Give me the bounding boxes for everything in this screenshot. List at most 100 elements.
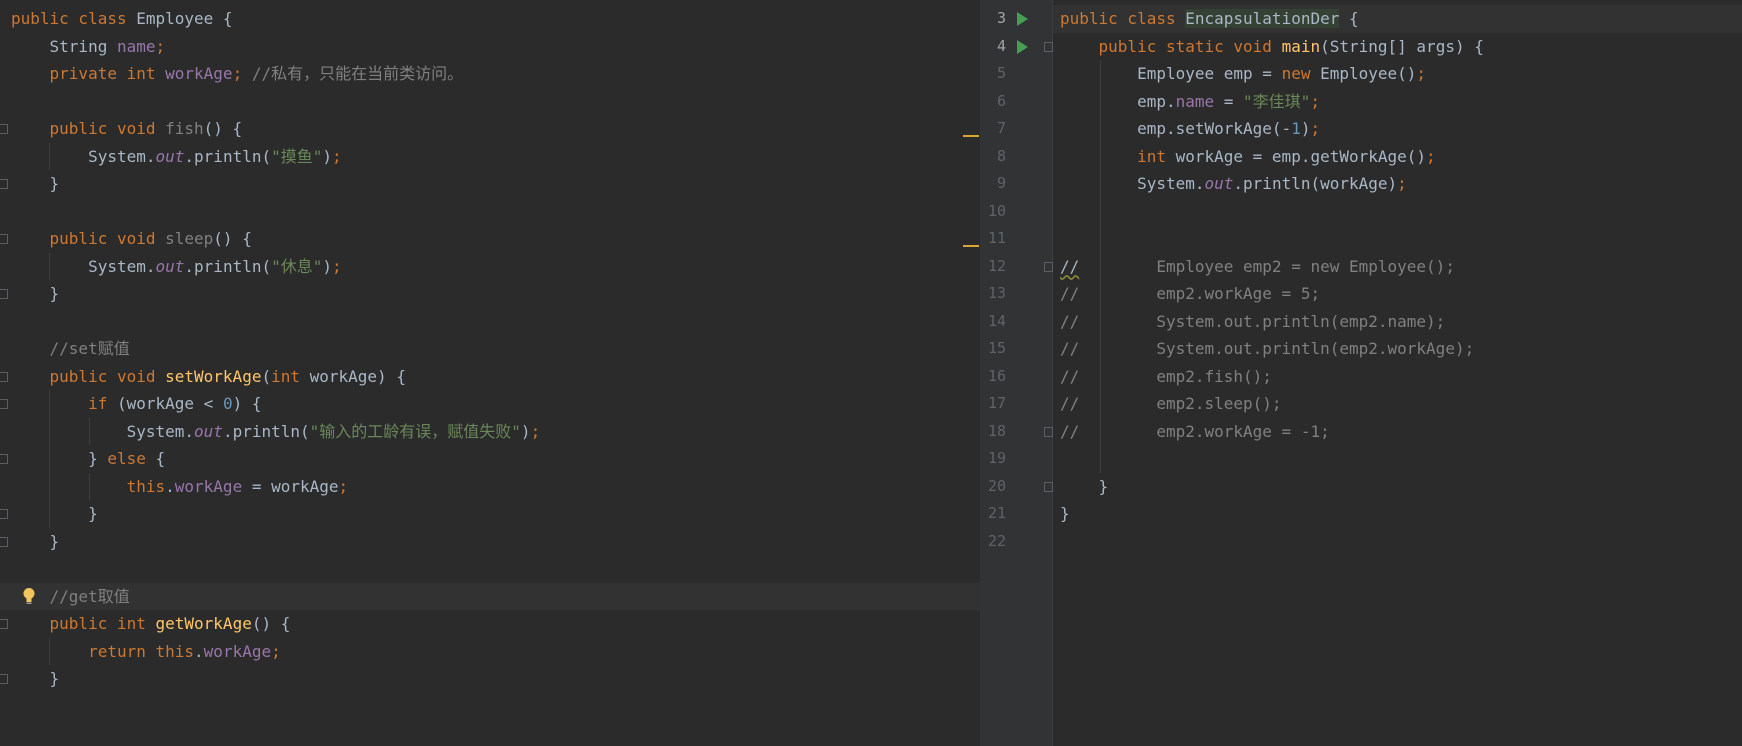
fold-marker-icon[interactable] — [0, 289, 8, 299]
code-line[interactable]: private int workAge; //私有，只能在当前类访问。 — [0, 60, 980, 88]
code-line[interactable]: // emp2.sleep(); — [1053, 390, 1742, 418]
code-line[interactable]: // emp2.workAge = 5; — [1053, 280, 1742, 308]
code-token: System. — [11, 256, 156, 276]
code-token: ; — [1310, 119, 1321, 138]
code-line[interactable]: System.out.println("休息"); — [0, 253, 980, 281]
editor-encapsulation-der[interactable]: public class EncapsulationDer { public s… — [1053, 0, 1742, 746]
code-line[interactable]: int workAge = emp.getWorkAge(); — [1053, 143, 1742, 171]
code-token: } — [11, 531, 60, 551]
code-line[interactable]: emp.setWorkAge(-1); — [1053, 115, 1742, 143]
code-line-text: public int getWorkAge() { — [11, 610, 291, 638]
fold-marker-icon[interactable] — [0, 124, 8, 134]
fold-marker-icon[interactable] — [1044, 261, 1053, 272]
code-line[interactable]: if (workAge < 0) { — [0, 390, 980, 418]
code-line-text: System.out.println("摸鱼"); — [11, 143, 342, 171]
code-token: Employee { — [136, 9, 233, 28]
fold-marker-icon[interactable] — [0, 399, 8, 409]
code-line[interactable]: //get取值 — [0, 582, 980, 610]
code-line[interactable]: this.workAge = workAge; — [0, 473, 980, 501]
code-line[interactable]: System.out.println(workAge); — [1053, 170, 1742, 198]
code-token: . — [194, 641, 204, 661]
code-line[interactable]: public void setWorkAge(int workAge) { — [0, 363, 980, 391]
code-line-text: } else { — [11, 445, 165, 473]
code-line-text: String name; — [11, 33, 166, 61]
code-line[interactable] — [1053, 528, 1742, 556]
line-number: 15 — [987, 339, 1006, 357]
code-line[interactable] — [0, 555, 980, 583]
code-line[interactable]: System.out.println("输入的工龄有误，赋值失败"); — [0, 418, 980, 446]
code-line[interactable]: } — [1053, 473, 1742, 501]
code-line-text: } — [1060, 500, 1070, 528]
code-token: System. — [1060, 174, 1205, 193]
code-token: int — [271, 366, 310, 386]
fold-marker-icon[interactable] — [1044, 426, 1053, 437]
fold-marker-icon[interactable] — [0, 454, 8, 464]
code-line[interactable]: public void fish() { — [0, 115, 980, 143]
code-token: emp. — [1060, 91, 1176, 111]
line-number: 6 — [996, 91, 1006, 110]
code-token: (workAge < — [116, 394, 223, 413]
code-line[interactable]: } — [1053, 500, 1742, 528]
code-line[interactable]: // Employee emp2 = new Employee(); — [1053, 253, 1742, 281]
fold-marker-icon[interactable] — [1044, 481, 1053, 492]
code-line[interactable]: public class EncapsulationDer { — [1053, 5, 1742, 33]
code-line[interactable]: public class Employee { — [0, 5, 980, 33]
fold-marker-icon[interactable] — [0, 536, 8, 547]
code-line-text: // emp2.sleep(); — [1060, 390, 1282, 418]
fold-marker-icon[interactable] — [0, 509, 8, 519]
code-token: // — [1060, 256, 1080, 276]
code-line[interactable]: } — [0, 280, 980, 308]
code-line[interactable]: System.out.println("摸鱼"); — [0, 143, 980, 171]
code-line[interactable]: // emp2.fish(); — [1053, 363, 1742, 391]
code-line[interactable]: String name; — [0, 33, 980, 61]
editor-employee[interactable]: public class Employee { String name; pri… — [0, 0, 980, 746]
warning-marker[interactable] — [963, 244, 979, 247]
fold-marker-icon[interactable] — [0, 371, 8, 382]
fold-marker-icon[interactable] — [0, 619, 8, 629]
code-line[interactable]: emp.name = "李佳琪"; — [1053, 88, 1742, 116]
fold-marker-icon[interactable] — [1044, 41, 1053, 52]
code-token: .println( — [222, 421, 310, 441]
code-line[interactable] — [1053, 225, 1742, 253]
code-line[interactable]: // System.out.println(emp2.name); — [1053, 308, 1742, 336]
code-line[interactable] — [0, 308, 980, 336]
code-line[interactable]: Employee emp = new Employee(); — [1053, 60, 1742, 88]
line-number: 17 — [987, 394, 1006, 412]
code-line[interactable]: } else { — [0, 445, 980, 473]
code-line-text: } — [11, 500, 98, 528]
code-line[interactable]: public void sleep() { — [0, 225, 980, 253]
code-line[interactable] — [1053, 445, 1742, 473]
run-icon[interactable] — [1017, 12, 1028, 26]
code-token: ; — [332, 256, 342, 276]
lightbulb-icon[interactable] — [22, 587, 36, 605]
fold-marker-icon[interactable] — [0, 674, 8, 684]
fold-marker-icon[interactable] — [0, 179, 8, 189]
code-line-text: // Employee emp2 = new Employee(); — [1060, 253, 1455, 281]
code-line[interactable]: public int getWorkAge() { — [0, 610, 980, 638]
editor-gutter[interactable]: 3 4 5 6 7 8 9 10 11 12 13 14 15 16 17 18 19 20 21 22 — [980, 0, 1053, 746]
code-line[interactable] — [0, 198, 980, 226]
code-token: int — [1060, 146, 1176, 166]
code-line[interactable]: // emp2.workAge = -1; — [1053, 418, 1742, 446]
code-token: public class — [11, 9, 137, 28]
code-token: if — [11, 394, 117, 413]
line-number: 4 — [996, 36, 1006, 55]
code-line[interactable]: } — [0, 665, 980, 693]
code-line[interactable]: // System.out.println(emp2.workAge); — [1053, 335, 1742, 363]
code-line-text: } — [1060, 473, 1109, 501]
code-line[interactable] — [1053, 198, 1742, 226]
code-line[interactable]: return this.workAge; — [0, 638, 980, 666]
code-line[interactable]: public static void main(String[] args) { — [1053, 33, 1742, 61]
run-icon[interactable] — [1017, 39, 1028, 54]
code-token: "李佳琪" — [1243, 91, 1311, 111]
code-token: else — [107, 449, 156, 468]
code-line[interactable]: } — [0, 170, 980, 198]
warning-marker[interactable] — [963, 134, 979, 137]
code-line[interactable]: //set赋值 — [0, 335, 980, 363]
code-line[interactable]: } — [0, 528, 980, 556]
code-line[interactable]: } — [0, 500, 980, 528]
fold-marker-icon[interactable] — [0, 234, 8, 244]
code-token: ; — [271, 641, 281, 661]
code-line[interactable] — [0, 88, 980, 116]
code-token: System. — [11, 421, 195, 441]
